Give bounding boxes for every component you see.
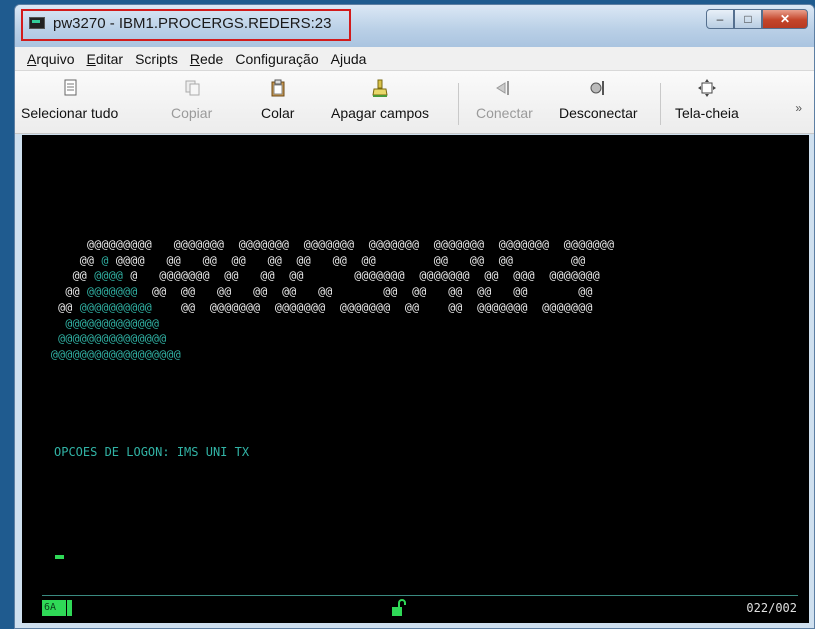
banner-line: @@@@@@@@@ @@@@@@@ @@@@@@@ @@@@@@@ @@@@@@…: [87, 237, 615, 251]
banner-line: @@@@@@@@@@@@@@@@@@: [50, 346, 181, 361]
disconnect-label: Desconectar: [559, 105, 638, 121]
minimize-button[interactable]: –: [706, 9, 734, 29]
toolbar-separator: [660, 83, 661, 125]
procergs-ascii-banner: @@@@@@@@@ @@@@@@@ @@@@@@@ @@@@@@@ @@@@@@…: [22, 237, 614, 363]
cursor-position-indicator: 022/002: [746, 601, 797, 615]
clear-fields-button[interactable]: Apagar campos: [331, 79, 429, 121]
select-all-label: Selecionar tudo: [21, 105, 119, 121]
toolbar-separator: [458, 83, 459, 125]
input-cursor[interactable]: [55, 555, 64, 559]
banner-line: @@ @@@@@@@@@@ @@ @@@@@@@ @@@@@@@ @@@@@@@…: [22, 299, 593, 314]
select-all-button[interactable]: Selecionar tudo: [21, 79, 118, 121]
menu-editar[interactable]: Editar: [86, 51, 123, 67]
terminal-screen[interactable]: @@@@@@@@@ @@@@@@@ @@@@@@@ @@@@@@@ @@@@@@…: [22, 135, 809, 623]
banner-line: @@ @@@@@@@ @@ @@ @@ @@ @@ @@ @@ @@ @@ @@…: [22, 284, 593, 299]
connect-label: Conectar: [476, 105, 533, 121]
copy-icon: [185, 80, 200, 96]
paste-label: Colar: [261, 105, 295, 121]
banner-line: @@@@@@@@@@@@@: [65, 315, 160, 330]
fullscreen-button[interactable]: Tela-cheia: [675, 79, 739, 121]
logon-options-prompt: OPCOES DE LOGON: IMS UNI TX: [54, 445, 250, 459]
status-line-divider: [42, 595, 798, 596]
paste-button[interactable]: Colar: [261, 79, 294, 121]
document-select-icon: [64, 79, 77, 96]
window-controls: – □ ✕: [706, 9, 808, 29]
terminal-app-icon: [29, 17, 45, 29]
banner-line: @@@@@@@@@@@@@@@: [58, 331, 167, 346]
window-bottom-border: [15, 623, 814, 628]
disconnect-button[interactable]: Desconectar: [559, 79, 638, 121]
banner-line: @@ @ @@@@ @@ @@ @@ @@ @@ @@ @@ @@ @@ @@ …: [22, 252, 586, 267]
unlocked-padlock-icon: [392, 599, 406, 616]
app-window: pw3270 - IBM1.PROCERGS.REDERS:23 – □ ✕ A…: [14, 4, 815, 629]
plug-disconnect-icon: [590, 81, 605, 95]
clipboard-icon: [271, 79, 285, 97]
clear-fields-label: Apagar campos: [331, 105, 430, 121]
menu-rede[interactable]: Rede: [190, 51, 223, 67]
maximize-button[interactable]: □: [734, 9, 762, 29]
fullscreen-label: Tela-cheia: [675, 105, 739, 121]
copy-label: Copiar: [171, 105, 213, 121]
fullscreen-icon: [697, 79, 716, 97]
close-button[interactable]: ✕: [762, 9, 808, 29]
connect-button[interactable]: Conectar: [476, 79, 533, 121]
toolbar-overflow-chevron-icon[interactable]: »: [795, 101, 802, 115]
menu-arquivo[interactable]: Arquivo: [27, 51, 74, 67]
title-bar[interactable]: pw3270 - IBM1.PROCERGS.REDERS:23 – □ ✕: [15, 5, 814, 47]
menu-configuracao[interactable]: Configuração: [235, 51, 318, 67]
connection-status-badge: 6A: [42, 600, 72, 616]
toolbar: Selecionar tudo Copiar Colar Apagar camp…: [15, 71, 814, 134]
menu-scripts[interactable]: Scripts: [135, 51, 178, 67]
banner-line: @@ @@@@ @ @@@@@@@ @@ @@ @@ @@@@@@@ @@@@@…: [22, 268, 600, 283]
plug-connect-icon: [496, 81, 510, 95]
copy-button[interactable]: Copiar: [171, 79, 212, 121]
menu-bar: Arquivo Editar Scripts Rede Configuração…: [15, 47, 814, 71]
window-title: pw3270 - IBM1.PROCERGS.REDERS:23: [53, 15, 332, 32]
eraser-icon: [372, 79, 388, 97]
menu-ajuda[interactable]: Ajuda: [331, 51, 367, 67]
